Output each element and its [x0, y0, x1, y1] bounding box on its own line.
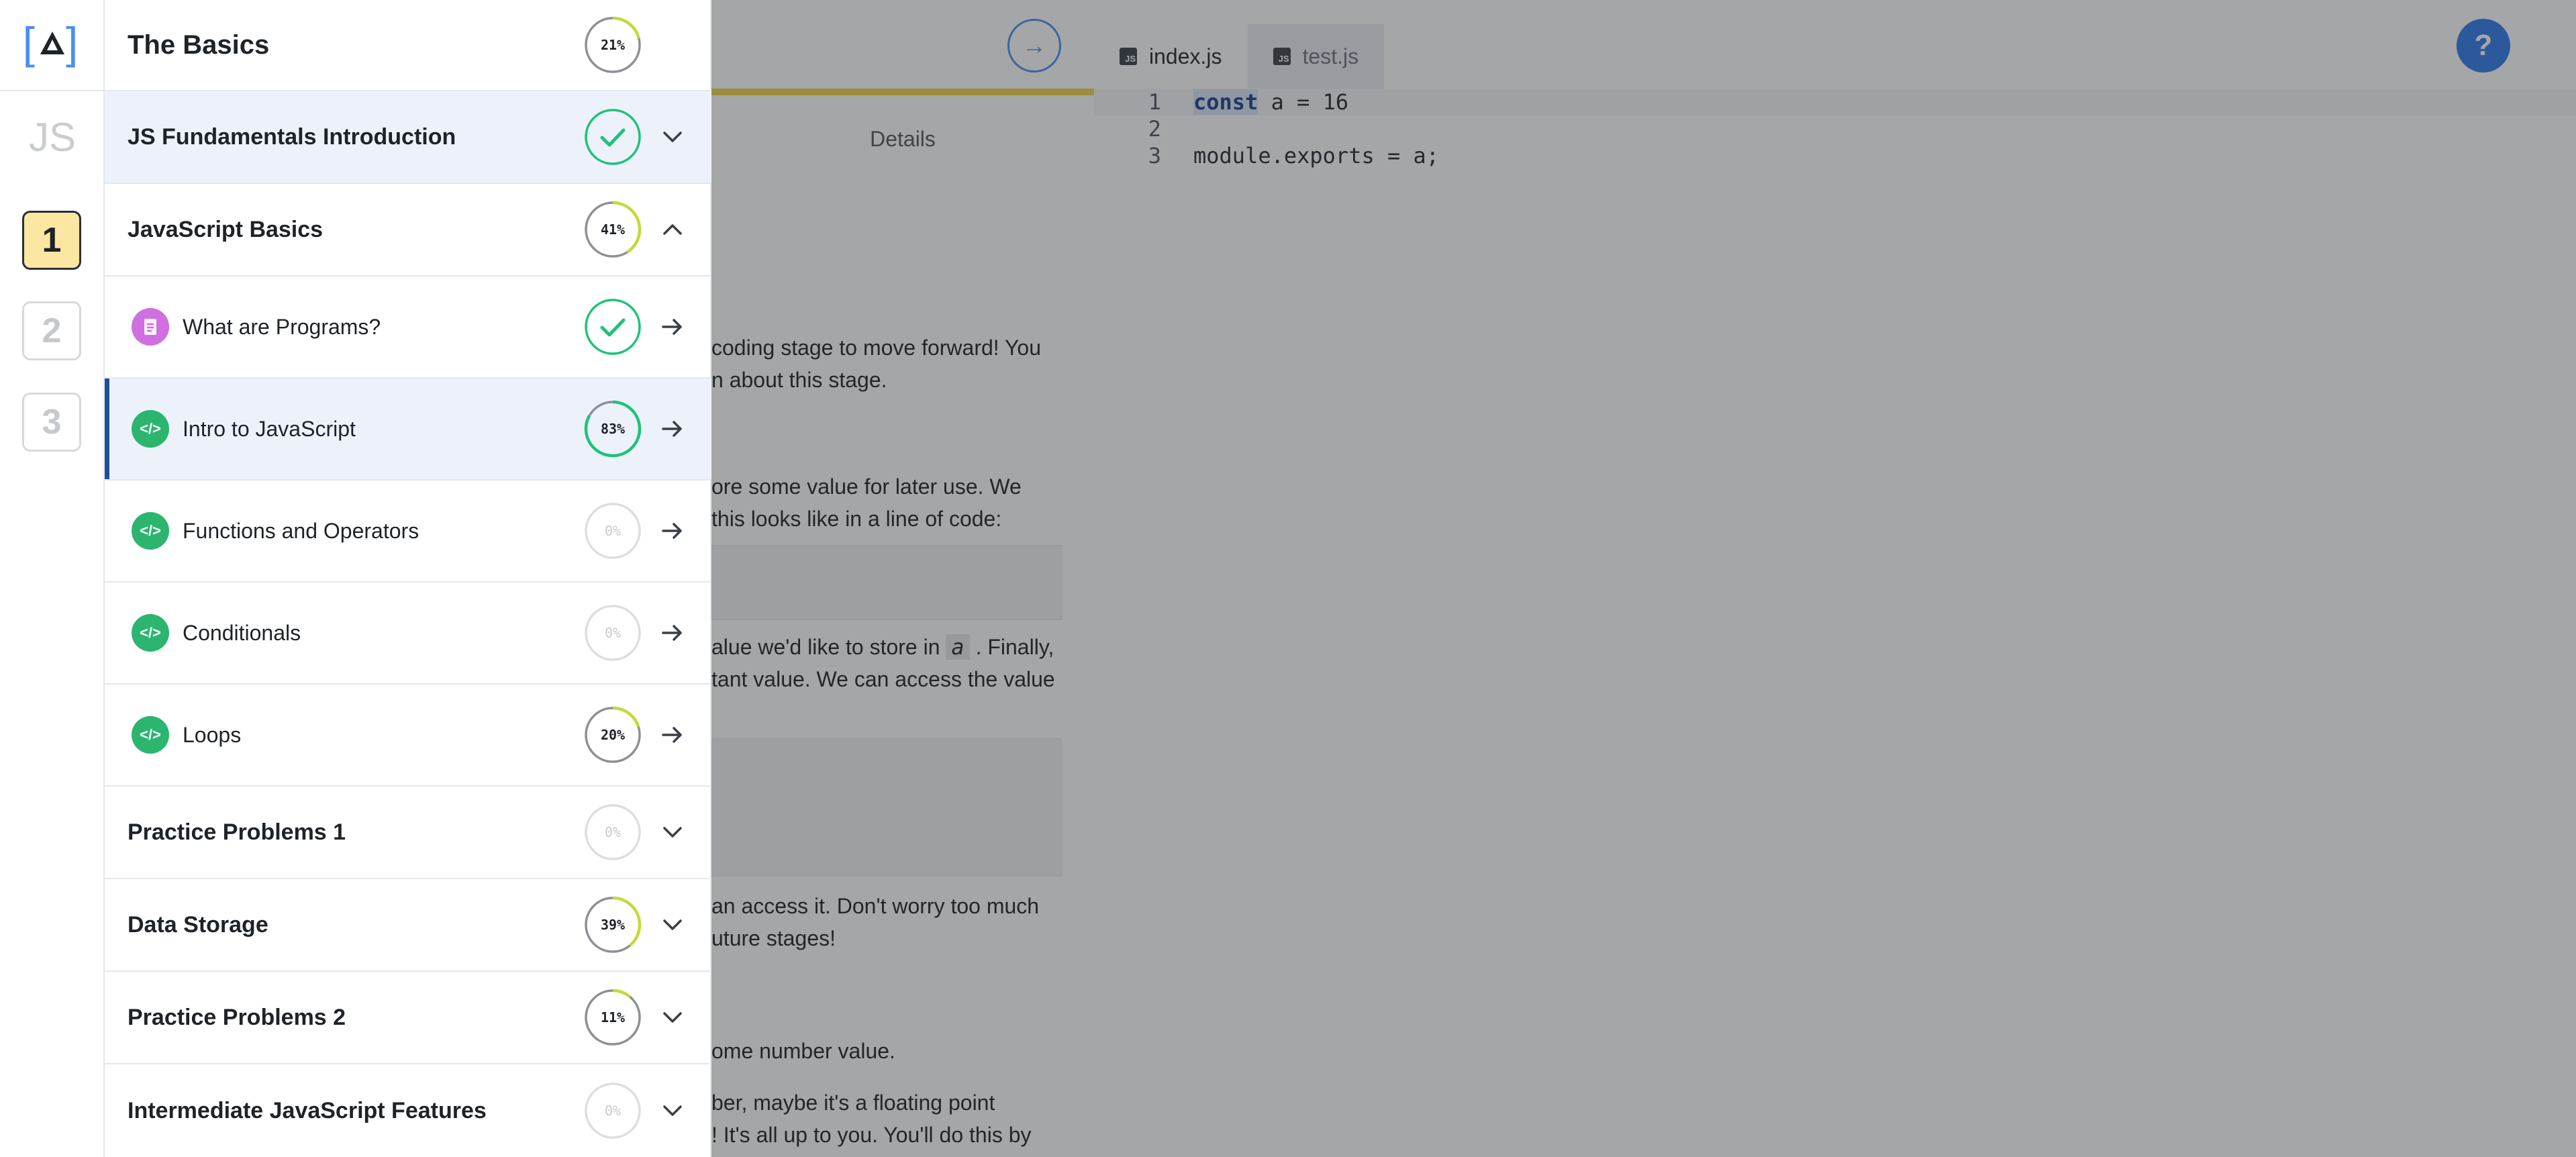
- section-title: Intermediate JavaScript Features: [128, 1097, 487, 1123]
- arrow-right-icon: [662, 727, 682, 743]
- rail-step-1[interactable]: 1: [22, 211, 81, 270]
- arrow-right-icon: [662, 319, 682, 335]
- arrow-right-icon: [662, 625, 682, 641]
- section-intermediate-js[interactable]: Intermediate JavaScript Features 0%: [105, 1064, 711, 1157]
- complete-check-icon: [584, 108, 642, 166]
- chevron-down-icon: [663, 919, 682, 930]
- progress-ring: 20%: [584, 706, 642, 764]
- check-mark: [600, 318, 626, 337]
- section-title: JavaScript Basics: [128, 216, 324, 242]
- progress-ring: 83%: [584, 400, 642, 458]
- progress-ring: 0%: [584, 502, 642, 560]
- section-practice-problems-1[interactable]: Practice Problems 1 0%: [105, 787, 711, 879]
- lesson-loops[interactable]: </> Loops 20%: [105, 685, 711, 787]
- chevron-down-icon: [663, 132, 682, 142]
- arrow-right-icon: [662, 421, 682, 437]
- lesson-conditionals[interactable]: </> Conditionals 0%: [105, 583, 711, 685]
- chevron-down-icon: [663, 1012, 682, 1023]
- ring-track: [585, 109, 641, 165]
- progress-percent: 0%: [604, 1103, 622, 1119]
- progress-ring: 21%: [584, 16, 642, 74]
- dim-overlay[interactable]: [711, 0, 2576, 1157]
- lesson-intro-to-javascript[interactable]: </> Intro to JavaScript 83%: [105, 379, 711, 481]
- lesson-title: Conditionals: [183, 620, 301, 645]
- course-nav-panel: The Basics 21% JS Fundamentals Introduct…: [105, 0, 711, 1157]
- chevron-up-icon: [663, 224, 682, 235]
- progress-percent: 21%: [600, 37, 626, 53]
- nav-header: The Basics 21%: [105, 0, 711, 91]
- logo-bracket: ]: [66, 18, 83, 68]
- rail-step-3[interactable]: 3: [22, 393, 81, 452]
- section-data-storage[interactable]: Data Storage 39%: [105, 879, 711, 972]
- check-mark: [600, 128, 626, 147]
- section-title: Data Storage: [128, 911, 268, 938]
- document-icon: [132, 308, 169, 346]
- lesson-what-are-programs[interactable]: What are Programs?: [105, 276, 711, 379]
- progress-ring: 11%: [584, 989, 642, 1046]
- progress-percent: 11%: [600, 1009, 626, 1025]
- nav-header-title: The Basics: [128, 30, 270, 60]
- progress-ring-graphic: [585, 299, 641, 355]
- logo-bracket: [: [22, 18, 39, 68]
- logo-triangle-icon: [40, 32, 64, 54]
- lesson-title: Intro to JavaScript: [183, 416, 356, 441]
- progress-percent: 41%: [600, 221, 626, 238]
- progress-ring: 41%: [584, 201, 642, 258]
- progress-percent: 0%: [604, 625, 622, 641]
- progress-percent: 83%: [600, 421, 626, 437]
- js-course-icon[interactable]: JS: [27, 114, 78, 161]
- chevron-down-icon: [663, 827, 682, 838]
- lesson-functions-and-operators[interactable]: </> Functions and Operators 0%: [105, 481, 711, 583]
- app-logo[interactable]: [ ]: [19, 16, 86, 70]
- code-icon: </>: [132, 512, 169, 550]
- progress-percent: 0%: [604, 824, 622, 840]
- lesson-title: What are Programs?: [183, 314, 381, 339]
- lesson-title: Functions and Operators: [183, 518, 419, 543]
- section-practice-problems-2[interactable]: Practice Problems 2 11%: [105, 972, 711, 1064]
- section-title: Practice Problems 2: [128, 1004, 346, 1030]
- progress-percent: 0%: [604, 523, 622, 539]
- section-js-fundamentals[interactable]: JS Fundamentals Introduction: [105, 91, 711, 184]
- arrow-right-icon: [662, 523, 682, 539]
- lesson-title: Loops: [183, 722, 242, 747]
- ring-track: [585, 299, 641, 355]
- progress-ring: 39%: [584, 896, 642, 954]
- complete-check-icon: [584, 298, 642, 356]
- divider: [0, 90, 105, 91]
- progress-ring: 0%: [584, 803, 642, 861]
- progress-ring-graphic: [585, 109, 641, 165]
- section-javascript-basics[interactable]: JavaScript Basics 41%: [105, 184, 711, 276]
- section-title: Practice Problems 1: [128, 819, 346, 845]
- chevron-down-icon: [663, 1105, 682, 1116]
- code-icon: </>: [132, 410, 169, 448]
- progress-percent: 39%: [600, 917, 626, 933]
- rail-step-2[interactable]: 2: [22, 301, 81, 360]
- section-title: JS Fundamentals Introduction: [128, 123, 456, 150]
- progress-ring: 0%: [584, 1082, 642, 1140]
- left-rail: [ ] JS 1 2 3: [0, 0, 105, 1157]
- progress-ring: 0%: [584, 604, 642, 662]
- code-icon: </>: [132, 614, 169, 652]
- code-icon: </>: [132, 716, 169, 754]
- progress-percent: 20%: [600, 727, 626, 743]
